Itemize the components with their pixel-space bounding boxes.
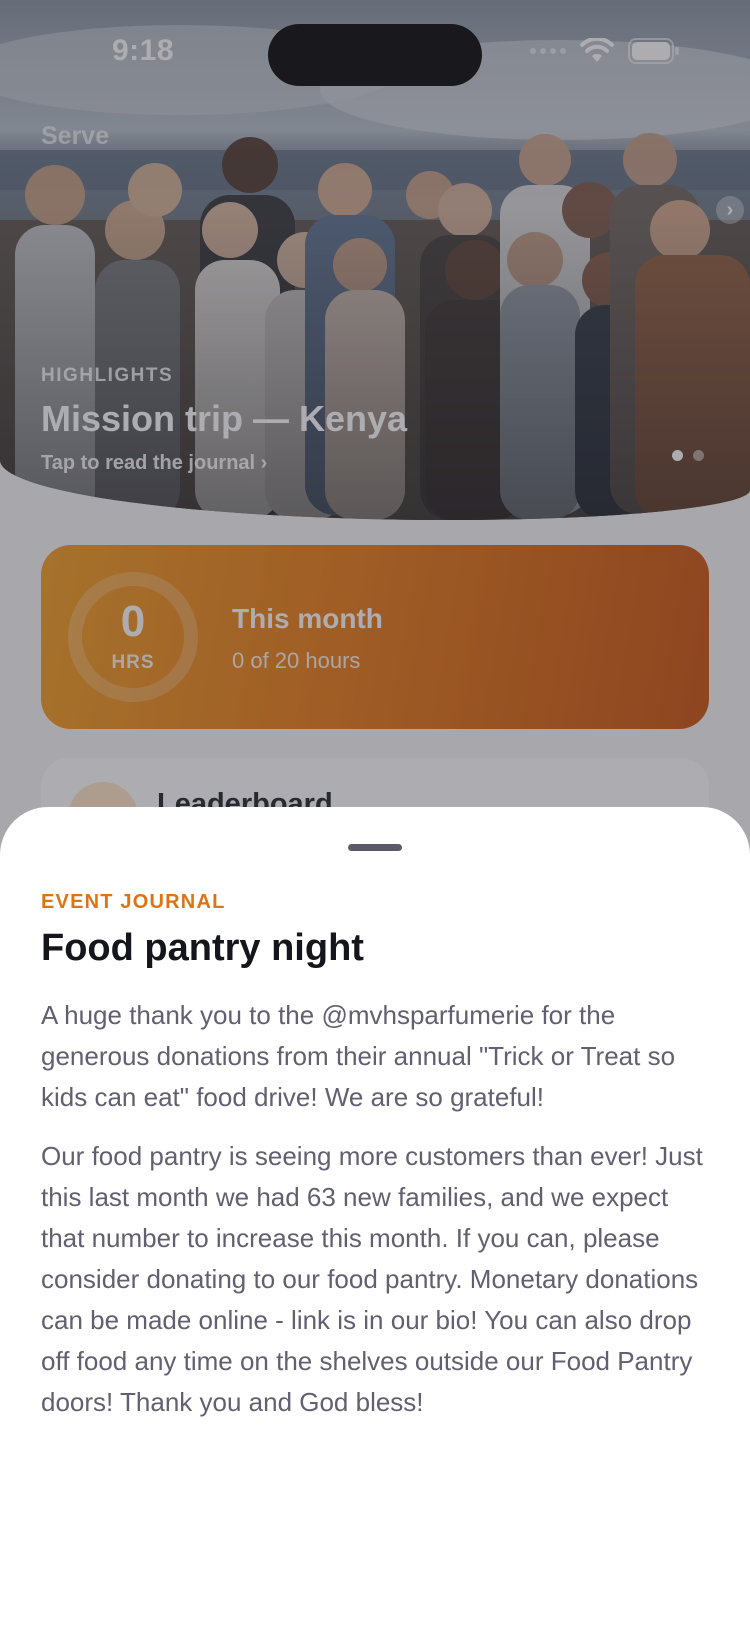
journal-sheet: EVENT JOURNAL Food pantry night A huge t… xyxy=(0,807,750,1629)
sheet-title: Food pantry night xyxy=(41,927,364,969)
app-screen: › HIGHLIGHTS Mission trip — Kenya Tap to… xyxy=(0,0,750,1629)
journal-paragraph: Our food pantry is seeing more customers… xyxy=(41,1141,703,1417)
journal-paragraph: A huge thank you to the @mvhsparfumerie … xyxy=(41,1000,676,1112)
sheet-kicker: EVENT JOURNAL xyxy=(41,891,226,913)
sheet-grabber[interactable] xyxy=(348,844,402,851)
sheet-body: A huge thank you to the @mvhsparfumerie … xyxy=(41,995,711,1441)
